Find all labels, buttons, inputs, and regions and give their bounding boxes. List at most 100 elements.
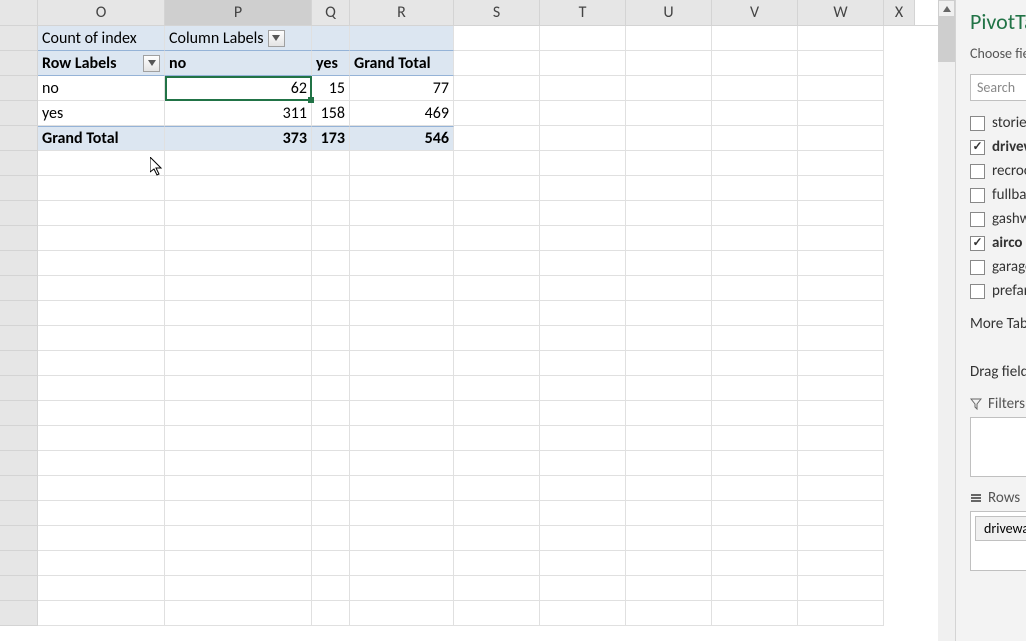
- cell-yes-yes[interactable]: 158: [312, 101, 350, 126]
- cell[interactable]: [712, 76, 798, 101]
- checkbox-icon[interactable]: [970, 140, 985, 155]
- col-header-P[interactable]: P: [165, 0, 312, 25]
- drag-areas-label: Drag fields between areas below:: [956, 345, 1026, 389]
- cell[interactable]: [798, 76, 884, 101]
- cell[interactable]: [712, 26, 798, 51]
- col-header-Q[interactable]: Q: [312, 0, 350, 25]
- pivot-count-label[interactable]: Count of index: [38, 26, 165, 51]
- cell[interactable]: [798, 26, 884, 51]
- cell[interactable]: [540, 101, 626, 126]
- row-field-driveway[interactable]: driveway: [975, 516, 1026, 541]
- field-recroom[interactable]: recroom: [970, 159, 1026, 183]
- search-input[interactable]: Search: [970, 74, 1026, 101]
- scroll-thumb[interactable]: [938, 17, 955, 62]
- cell-yes-total[interactable]: 469: [350, 101, 454, 126]
- col-header-W[interactable]: W: [798, 0, 884, 25]
- col-header-R[interactable]: R: [350, 0, 454, 25]
- rows-label: Rows: [988, 489, 1020, 507]
- cell-yes-no[interactable]: 311: [165, 101, 312, 126]
- row-labels-dropdown[interactable]: [143, 55, 160, 72]
- field-prefarea[interactable]: prefarea: [970, 279, 1026, 303]
- pivot-row-yes[interactable]: yes: [38, 101, 165, 126]
- rows-drop-area[interactable]: driveway: [970, 511, 1026, 571]
- checkbox-icon[interactable]: [970, 236, 985, 251]
- checkbox-icon[interactable]: [970, 116, 985, 131]
- grand-total-no[interactable]: 373: [165, 126, 312, 151]
- field-list: stories driveway recroom fullbase gashw …: [956, 111, 1026, 303]
- filters-header: Filters: [970, 395, 1026, 413]
- field-label: airco: [992, 234, 1022, 252]
- pivot-row-labels[interactable]: Row Labels: [38, 51, 165, 76]
- panel-choose-label: Choose fields to add to report:: [956, 41, 1026, 70]
- cell[interactable]: [798, 101, 884, 126]
- col-header-S[interactable]: S: [454, 0, 540, 25]
- cell[interactable]: [626, 26, 712, 51]
- field-gashw[interactable]: gashw: [970, 207, 1026, 231]
- field-fullbase[interactable]: fullbase: [970, 183, 1026, 207]
- pivot-row-no[interactable]: no: [38, 76, 165, 101]
- col-header-U[interactable]: U: [626, 0, 712, 25]
- cell-no-total[interactable]: 77: [350, 76, 454, 101]
- cell[interactable]: [712, 51, 798, 76]
- cell[interactable]: [540, 51, 626, 76]
- grand-total-total[interactable]: 546: [350, 126, 454, 151]
- cell[interactable]: [626, 51, 712, 76]
- cell[interactable]: [350, 26, 454, 51]
- cell[interactable]: [712, 126, 798, 151]
- cell[interactable]: [454, 26, 540, 51]
- col-header-V[interactable]: V: [712, 0, 798, 25]
- field-label: driveway: [992, 138, 1026, 156]
- checkbox-icon[interactable]: [970, 188, 985, 203]
- column-labels-dropdown[interactable]: [268, 30, 285, 47]
- col-no-header[interactable]: no: [165, 51, 312, 76]
- cell[interactable]: [454, 76, 540, 101]
- checkbox-icon[interactable]: [970, 164, 985, 179]
- filter-icon: [970, 398, 982, 410]
- checkbox-icon[interactable]: [970, 260, 985, 275]
- row-labels-text: Row Labels: [42, 54, 116, 73]
- cell[interactable]: [626, 101, 712, 126]
- column-labels-text: Column Labels: [169, 29, 264, 48]
- checkbox-icon[interactable]: [970, 284, 985, 299]
- cell-no-no[interactable]: 62: [165, 76, 312, 101]
- cell-no-yes[interactable]: 15: [312, 76, 350, 101]
- cell[interactable]: [798, 51, 884, 76]
- field-garagepl[interactable]: garagepl: [970, 255, 1026, 279]
- panel-title: PivotTable Fields: [956, 0, 1026, 41]
- field-label: gashw: [992, 210, 1026, 228]
- grand-total-yes[interactable]: 173: [312, 126, 350, 151]
- col-grand-total-header[interactable]: Grand Total: [350, 51, 454, 76]
- cell[interactable]: [540, 76, 626, 101]
- more-tables-link[interactable]: More Tables...: [956, 303, 1026, 345]
- field-label: garagepl: [992, 258, 1026, 276]
- pivot-column-labels[interactable]: Column Labels: [165, 26, 312, 51]
- cell[interactable]: [454, 101, 540, 126]
- scroll-up-button[interactable]: [938, 0, 955, 17]
- filters-area: Filters: [956, 389, 1026, 483]
- rows-header: Rows: [970, 489, 1026, 507]
- col-header-O[interactable]: O: [38, 0, 165, 25]
- col-header-T[interactable]: T: [540, 0, 626, 25]
- field-label: stories: [992, 114, 1026, 132]
- cell[interactable]: [454, 51, 540, 76]
- checkbox-icon[interactable]: [970, 212, 985, 227]
- field-stories[interactable]: stories: [970, 111, 1026, 135]
- col-yes-header[interactable]: yes: [312, 51, 350, 76]
- field-label: fullbase: [992, 186, 1026, 204]
- cell[interactable]: [626, 76, 712, 101]
- cell[interactable]: [798, 126, 884, 151]
- cell[interactable]: [312, 26, 350, 51]
- cell[interactable]: [454, 126, 540, 151]
- cell[interactable]: [712, 101, 798, 126]
- vertical-scrollbar[interactable]: [938, 0, 955, 641]
- field-driveway[interactable]: driveway: [970, 135, 1026, 159]
- filters-drop-area[interactable]: [970, 417, 1026, 477]
- pivot-grand-total-label[interactable]: Grand Total: [38, 126, 165, 151]
- col-header-X[interactable]: X: [884, 0, 915, 25]
- field-airco[interactable]: airco: [970, 231, 1026, 255]
- cell[interactable]: [540, 126, 626, 151]
- spreadsheet-grid[interactable]: O P Q R S T U V W X Count of index Colum…: [0, 0, 955, 641]
- rows-icon: [970, 492, 982, 504]
- cell[interactable]: [540, 26, 626, 51]
- cell[interactable]: [626, 126, 712, 151]
